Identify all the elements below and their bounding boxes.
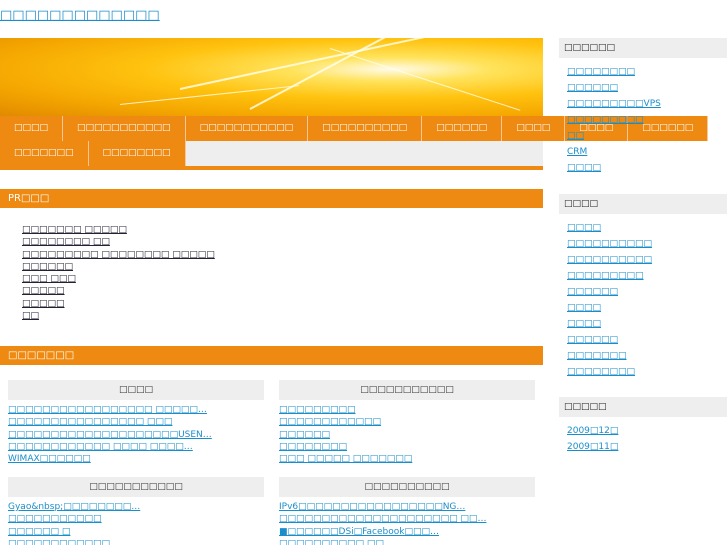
category-box: □□□□□□□□□□ IPv6□□□□□□□□□□□□□□□□□NG… □□□□□□… <box>279 477 535 545</box>
category-link[interactable]: Gyao&nbsp;□□□□□□□□… <box>8 501 264 513</box>
category-link[interactable]: □□□□□□ <box>279 429 535 441</box>
sidebar-link[interactable]: □□□□□□□□□VPS <box>567 96 661 112</box>
sidebar-link[interactable]: CRM <box>567 144 661 160</box>
category-link[interactable]: ■□□□□□□DSi□Facebook□□□… <box>279 526 535 538</box>
pr-link[interactable]: □□□□□ <box>22 298 215 310</box>
sidebar-link[interactable]: □□□□ <box>567 220 652 236</box>
sidebar-link[interactable]: □□□□□□□□□□ <box>567 252 652 268</box>
nav-row: □□□□ □□□□□□□□□□□ □□□□□□□□□□□ □□□□□□□□□□ □□□□… <box>0 116 709 141</box>
pr-link[interactable]: □□□□□□□□ □□ <box>22 236 215 248</box>
sidebar-link[interactable]: □□□□□□□□□ <box>567 268 652 284</box>
sidebar-link[interactable]: □□□□□□□ <box>567 348 652 364</box>
sidebar-heading: □□□□□□ <box>559 38 727 58</box>
pr-link[interactable]: □□□□□□□□□ □□□□□□□□ □□□□□ <box>22 249 215 261</box>
sidebar-link[interactable]: □□□□□□ <box>567 284 652 300</box>
category-box: □□□□□□□□□□□ Gyao&nbsp;□□□□□□□□… □□□□□□□□□□… <box>8 477 264 545</box>
sidebar-link[interactable]: □□□□□□ <box>567 80 661 96</box>
category-title: □□□□□□□□□□□ <box>279 380 535 400</box>
sidebar-heading: □□□□□ <box>559 397 727 417</box>
nav-item[interactable]: □□□□□□□□□□ <box>308 116 423 141</box>
category-link[interactable]: □□□□□□ □ <box>8 526 264 538</box>
nav-item[interactable]: □□□□□□□□□□□ <box>63 116 186 141</box>
category-link[interactable]: □□□□□□□□□ <box>279 404 535 416</box>
nav-item[interactable]: □□□□□□ <box>422 116 503 141</box>
site-title-link[interactable]: □□□□□□□□□□□□□ <box>0 8 160 23</box>
category-link[interactable]: WIMAX□□□□□□ <box>8 453 264 465</box>
category-title: □□□□□□□□□□□ <box>8 477 264 497</box>
header-banner <box>0 38 543 116</box>
pr-link[interactable]: □□ <box>22 310 215 322</box>
category-link[interactable]: IPv6□□□□□□□□□□□□□□□□□NG… <box>279 501 535 513</box>
sidebar-link-list: □□□□ □□□□□□□□□□ □□□□□□□□□□ □□□□□□□□□ □□□□□□ □… <box>567 220 652 380</box>
nav-item[interactable]: □□□□□□□□□□□ <box>185 116 309 141</box>
category-box: □□□□□□□□□□□ □□□□□□□□□ □□□□□□□□□□□□ □□□□□□ □□… <box>279 380 535 465</box>
sidebar-link[interactable]: □□□□□□□□ <box>567 64 661 80</box>
category-link[interactable]: □□□□□□□□□□□□ <box>279 416 535 428</box>
sidebar-link[interactable]: 2009□11□ <box>567 439 618 455</box>
sidebar-link[interactable]: □□□□ <box>567 316 652 332</box>
category-link[interactable]: □□□□□□□□□□□ <box>8 513 264 525</box>
category-link[interactable]: □□□□□□□□□□□□□□□□□□□□□ □□… <box>279 513 535 525</box>
sidebar-link[interactable]: □□□□□□□□□□ <box>567 236 652 252</box>
pr-link[interactable]: □□□□□ <box>22 285 215 297</box>
category-link[interactable]: □□□□□□□□□□□□ □□□□ □□□□… <box>8 441 264 453</box>
nav-item[interactable]: □□□□□□□□ <box>88 141 186 166</box>
nav-item[interactable]: □□□□ <box>502 116 566 141</box>
category-link[interactable]: □□□□□□□□□□□□□□□□ □□□ <box>8 416 264 428</box>
category-link[interactable]: □□□□□□□□ <box>279 441 535 453</box>
category-title: □□□□ <box>8 380 264 400</box>
category-box: □□□□ □□□□□□□□□□□□□□□□□ □□□□□… □□□□□□□□□□□□… <box>8 380 264 465</box>
category-link[interactable]: □□□□□□□□□□ □□ <box>279 538 535 545</box>
category-section-heading: □□□□□□□ <box>0 346 543 365</box>
pr-link-list: □□□□□□□ □□□□□ □□□□□□□□ □□ □□□□□□□□□ □□□□□□… <box>22 224 215 322</box>
category-link[interactable]: □□□ □□□□□ □□□□□□□ <box>279 453 535 465</box>
pr-link[interactable]: □□□□□□□ □□□□□ <box>22 224 215 236</box>
category-title: □□□□□□□□□□ <box>279 477 535 497</box>
category-link[interactable]: □□□□□□□□□□□□□□□□□□□□USEN… <box>8 429 264 441</box>
sidebar-link-list: 2009□12□ 2009□11□ <box>567 423 618 455</box>
pr-section-heading: PR□□□ <box>0 189 543 208</box>
sidebar-heading: □□□□ <box>559 194 727 214</box>
category-link[interactable]: □□□□□□□□□□□□ <box>8 538 264 545</box>
sidebar-link-list: □□□□□□□□ □□□□□□ □□□□□□□□□VPS □□□□□□□□□ □□ CRM… <box>567 64 661 176</box>
nav-underline <box>0 166 543 170</box>
sidebar-link[interactable]: □□□□□□□□ <box>567 364 652 380</box>
category-link[interactable]: □□□□□□□□□□□□□□□□□ □□□□□… <box>8 404 264 416</box>
pr-link[interactable]: □□□ □□□ <box>22 273 215 285</box>
sidebar-link[interactable]: □□□□ <box>567 160 661 176</box>
sidebar-link[interactable]: □□□□□□□□□ <box>567 112 661 128</box>
main-navigation: □□□□ □□□□□□□□□□□ □□□□□□□□□□□ □□□□□□□□□□ □□□□… <box>0 116 709 170</box>
sidebar-link[interactable]: □□ <box>567 128 661 144</box>
nav-item[interactable]: □□□□ <box>0 116 64 141</box>
sidebar-link[interactable]: 2009□12□ <box>567 423 618 439</box>
sidebar-link[interactable]: □□□□ <box>567 300 652 316</box>
nav-item[interactable]: □□□□□□□ <box>0 141 89 166</box>
nav-row: □□□□□□□ □□□□□□□□ <box>0 141 543 166</box>
pr-link[interactable]: □□□□□□ <box>22 261 215 273</box>
sidebar-link[interactable]: □□□□□□ <box>567 332 652 348</box>
